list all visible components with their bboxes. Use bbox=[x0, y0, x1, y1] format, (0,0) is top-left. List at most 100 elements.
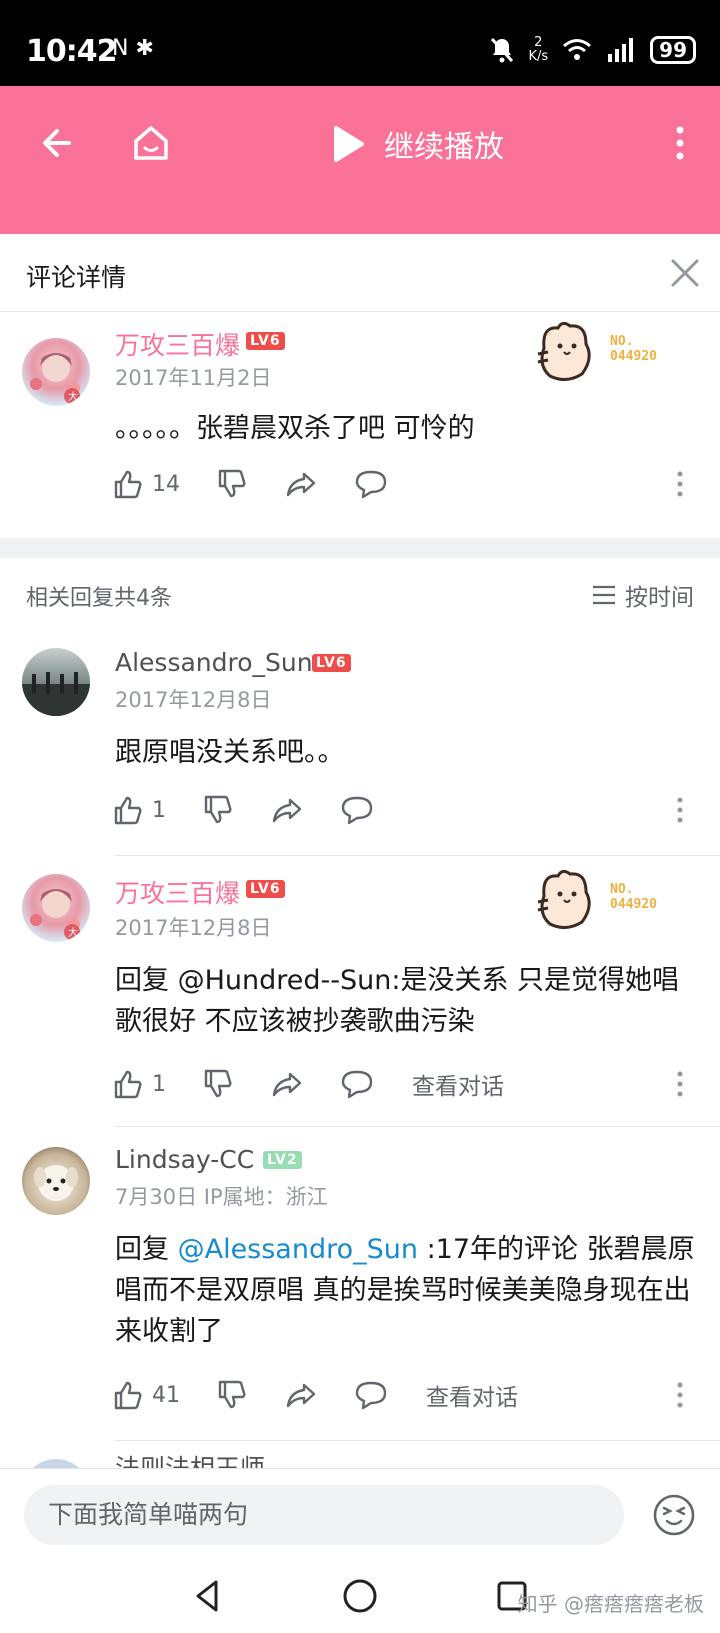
avatar[interactable] bbox=[22, 1147, 90, 1215]
comment-bubble-icon bbox=[355, 470, 387, 499]
thumbs-up-icon bbox=[114, 1381, 142, 1410]
like-button[interactable]: 41 bbox=[112, 1379, 180, 1411]
network-speed: 2 K/s bbox=[528, 35, 549, 64]
thumbs-down-icon bbox=[218, 1380, 246, 1409]
section-separator bbox=[0, 538, 720, 558]
reply-date: 2017年12月8日 bbox=[115, 688, 272, 712]
thumbs-up-icon bbox=[114, 470, 142, 499]
dislike-button[interactable] bbox=[216, 468, 248, 500]
mention-link[interactable]: @Alessandro_Sun bbox=[178, 1234, 418, 1265]
more-vertical-icon[interactable] bbox=[655, 118, 705, 168]
mute-bell-icon bbox=[491, 37, 514, 63]
fan-medal-badge: NO. 044920 bbox=[530, 866, 680, 936]
sort-by-time-button[interactable]: 按时间 bbox=[591, 578, 694, 612]
bear-mascot-icon bbox=[537, 869, 591, 929]
thumbs-down-icon bbox=[218, 469, 246, 498]
comment-text: 。。。。。张碧晨双杀了吧 可怜的 bbox=[115, 413, 475, 444]
reply-text: 跟原唱没关系吧。。 bbox=[115, 737, 345, 768]
level-badge: LV2 bbox=[263, 1151, 302, 1169]
reply-button[interactable] bbox=[340, 794, 374, 826]
reply-text: 回复 @Alessandro_Sun :17年的评论 张碧晨原唱而不是双原唱 真… bbox=[115, 1234, 695, 1347]
more-options-icon[interactable] bbox=[670, 464, 690, 504]
reply-username[interactable]: 法则法相王师 bbox=[115, 1449, 265, 1468]
view-conversation-link[interactable]: 查看对话 bbox=[412, 1067, 504, 1101]
home-icon[interactable] bbox=[126, 118, 176, 168]
level-badge: LV6 bbox=[246, 332, 285, 350]
more-options-icon[interactable] bbox=[670, 790, 690, 830]
comment-bubble-icon bbox=[341, 1070, 373, 1099]
continue-play-label: 继续播放 bbox=[384, 130, 504, 165]
level-badge: LV6 bbox=[312, 654, 351, 672]
share-button[interactable] bbox=[270, 1068, 304, 1100]
reply-actions: 41 查看对话 bbox=[112, 1375, 518, 1415]
wifi-icon bbox=[563, 39, 592, 60]
reply-username[interactable]: 万攻三百爆 bbox=[115, 874, 240, 910]
reply-item: 大 万攻三百爆 LV6 2017年12月8日 NO. 044920 回复 @Hun… bbox=[0, 856, 720, 1126]
more-options-icon[interactable] bbox=[670, 1375, 690, 1415]
replies-count: 相关回复共4条 bbox=[26, 586, 172, 611]
dislike-button[interactable] bbox=[202, 794, 234, 826]
share-button[interactable] bbox=[284, 1379, 318, 1411]
thumbs-down-icon bbox=[204, 795, 232, 824]
avatar[interactable] bbox=[22, 648, 90, 716]
svg-text:大: 大 bbox=[68, 926, 78, 939]
reply-button[interactable] bbox=[340, 1068, 374, 1100]
avatar[interactable]: 大 bbox=[22, 874, 90, 942]
main-comment: 大 万攻三百爆 LV6 2017年11月2日 NO. 044920 。。。。。张碧… bbox=[0, 312, 720, 538]
thumbs-up-icon bbox=[114, 1070, 142, 1099]
play-icon bbox=[334, 126, 364, 162]
comment-input[interactable]: 下面我简单喵两句 bbox=[24, 1485, 624, 1545]
watermark: 知乎 @瘩瘩瘩瘩老板 bbox=[517, 1592, 704, 1616]
signal-icon bbox=[608, 38, 634, 62]
share-button[interactable] bbox=[284, 468, 318, 500]
share-button[interactable] bbox=[270, 794, 304, 826]
comment-input-bar: 下面我简单喵两句 bbox=[0, 1468, 720, 1558]
avatar[interactable]: 大 bbox=[22, 338, 90, 406]
reply-item: Lindsay-CC LV2 7月30日 IP属地：浙江 回复 @Alessan… bbox=[0, 1127, 720, 1437]
dislike-button[interactable] bbox=[202, 1068, 234, 1100]
more-options-icon[interactable] bbox=[670, 1064, 690, 1104]
reply-username[interactable]: Alessandro_Sun bbox=[115, 648, 313, 677]
fan-medal-badge: NO. 044920 bbox=[530, 318, 680, 388]
close-icon[interactable] bbox=[668, 256, 702, 290]
continue-play-button[interactable]: 继续播放 bbox=[330, 122, 504, 166]
reply-date: 2017年12月8日 bbox=[115, 916, 272, 940]
status-time: 10:42 bbox=[26, 34, 117, 69]
detail-title: 评论详情 bbox=[26, 263, 127, 292]
reply-item: Alessandro_Sun LV6 2017年12月8日 跟原唱没关系吧。。 … bbox=[0, 628, 720, 854]
view-conversation-link[interactable]: 查看对话 bbox=[426, 1378, 518, 1412]
share-icon bbox=[286, 1383, 316, 1408]
comment-username[interactable]: 万攻三百爆 bbox=[115, 326, 240, 362]
share-icon bbox=[272, 798, 302, 823]
comment-date: 2017年11月2日 bbox=[115, 366, 272, 390]
emoji-icon[interactable] bbox=[652, 1493, 696, 1537]
nav-back-icon[interactable] bbox=[188, 1576, 228, 1616]
like-button[interactable]: 1 bbox=[112, 794, 166, 826]
reply-button[interactable] bbox=[354, 1379, 388, 1411]
reply-text: 回复 @Hundred--Sun:是没关系 只是觉得她唱歌很好 不应该被抄袭歌曲… bbox=[115, 965, 680, 1037]
reply-username[interactable]: Lindsay-CC bbox=[115, 1145, 254, 1174]
system-nav-bar: 知乎 @瘩瘩瘩瘩老板 bbox=[0, 1558, 720, 1633]
like-count: 41 bbox=[152, 1382, 180, 1408]
reply-actions: 1 bbox=[112, 790, 374, 830]
back-arrow-icon[interactable] bbox=[30, 118, 80, 168]
dislike-button[interactable] bbox=[216, 1379, 248, 1411]
like-button[interactable]: 14 bbox=[112, 468, 180, 500]
status-bar: 10:42 N ✱ 2 K/s 99 bbox=[0, 0, 720, 86]
thumbs-down-icon bbox=[204, 1069, 232, 1098]
reply-actions: 1 查看对话 bbox=[112, 1064, 504, 1104]
share-icon bbox=[272, 1072, 302, 1097]
reply-item-partial: 法则法相王师 bbox=[0, 1441, 720, 1468]
fan-medal-number: NO. 044920 bbox=[610, 882, 657, 912]
replies-header: 相关回复共4条 按时间 bbox=[0, 558, 720, 628]
avatar[interactable] bbox=[22, 1459, 90, 1468]
status-right-icons: 2 K/s 99 bbox=[490, 36, 696, 64]
player-top-bar: 继续播放 bbox=[0, 86, 720, 234]
level-badge: LV6 bbox=[246, 880, 285, 898]
comment-detail-header: 评论详情 bbox=[0, 234, 720, 312]
bear-mascot-icon bbox=[537, 321, 591, 381]
like-button[interactable]: 1 bbox=[112, 1068, 166, 1100]
nav-home-icon[interactable] bbox=[340, 1576, 380, 1616]
reply-button[interactable] bbox=[354, 468, 388, 500]
sort-label: 按时间 bbox=[625, 585, 694, 611]
